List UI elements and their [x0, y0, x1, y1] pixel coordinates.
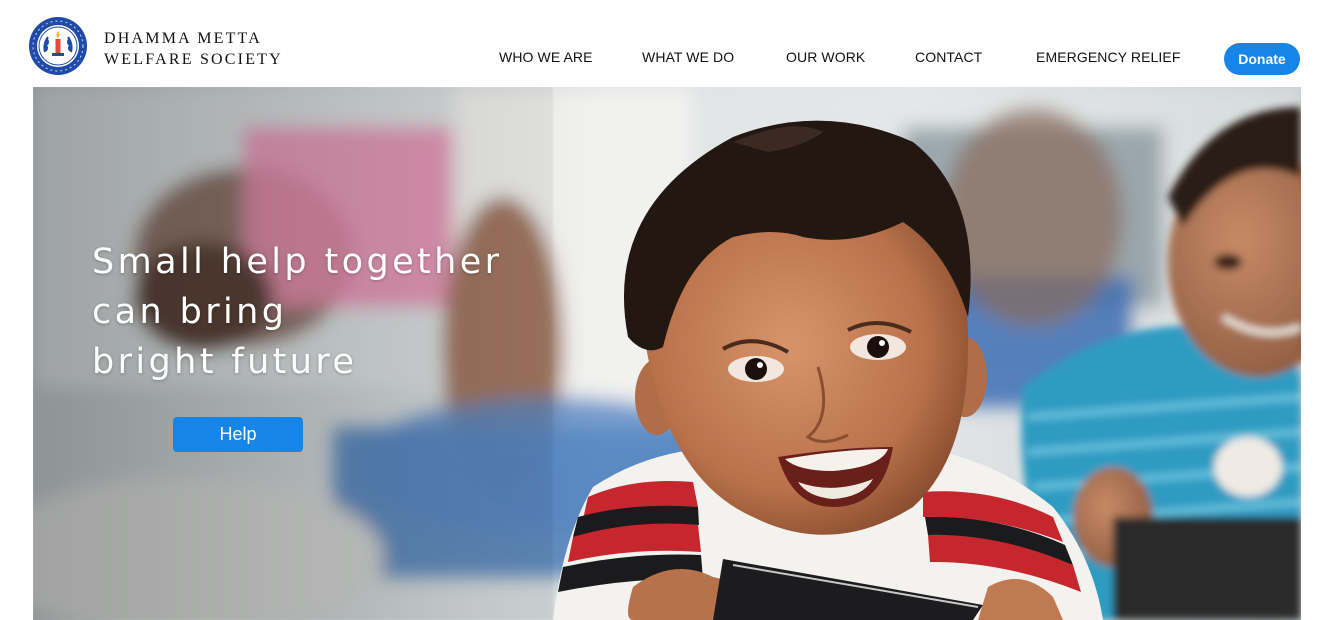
brand-name-line-1: DHAMMA METTA — [104, 30, 263, 47]
site-header: DHAMMA METTA WELFARE SOCIETY WHO WE ARE … — [0, 0, 1324, 87]
donate-button[interactable]: Donate — [1224, 43, 1300, 75]
nav-item-our-work[interactable]: OUR WORK — [786, 49, 865, 65]
nav-item-contact[interactable]: CONTACT — [915, 49, 982, 65]
hero-banner: Small help together can bring bright fut… — [33, 87, 1301, 620]
society-emblem-icon[interactable] — [28, 16, 88, 76]
hero-headline-line-2: can bring — [92, 292, 288, 332]
hero-headline: Small help together can bring bright fut… — [92, 237, 502, 387]
nav-item-what-we-do[interactable]: WHAT WE DO — [642, 49, 734, 65]
brand-name-line-2: WELFARE SOCIETY — [104, 51, 283, 68]
hero-headline-line-1: Small help together — [92, 242, 503, 282]
help-button[interactable]: Help — [173, 417, 303, 452]
brand-name[interactable]: DHAMMA METTA WELFARE SOCIETY — [104, 28, 283, 70]
hero-headline-line-3: bright future — [92, 342, 358, 382]
nav-item-who-we-are[interactable]: WHO WE ARE — [499, 49, 593, 65]
nav-item-emergency-relief[interactable]: EMERGENCY RELIEF — [1036, 49, 1181, 65]
